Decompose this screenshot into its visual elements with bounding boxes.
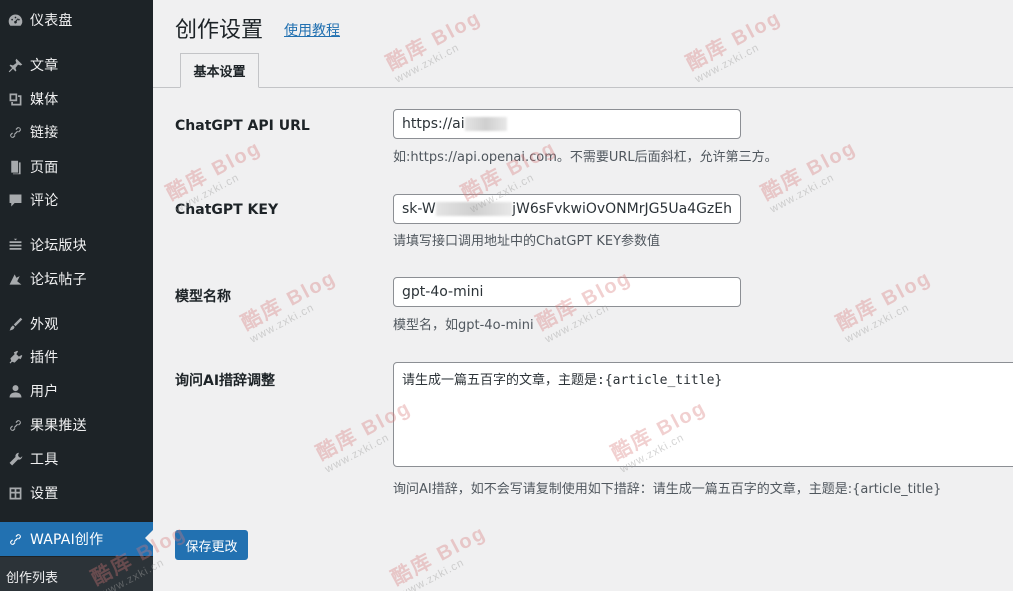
sidebar-item-appearance[interactable]: 外观	[0, 309, 153, 339]
sidebar-item-label: 评论	[30, 193, 59, 209]
settings-icon	[0, 485, 30, 502]
sidebar-item-wapai[interactable]: WAPAI创作	[0, 522, 153, 556]
prompt-label: 询问AI措辞调整	[175, 373, 276, 389]
sidebar-item-tools[interactable]: 工具	[0, 444, 153, 474]
sidebar-item-label: 果果推送	[30, 418, 87, 434]
topic-icon	[0, 271, 30, 288]
sidebar-item-label: 论坛版块	[30, 238, 87, 254]
api-url-value: https://ai	[402, 116, 465, 132]
sidebar-item-label: 插件	[30, 350, 59, 366]
sidebar-item-forums[interactable]: 论坛版块	[0, 230, 153, 260]
sidebar-item-label: 文章	[30, 58, 59, 74]
dashboard-icon	[0, 12, 30, 29]
sidebar-item-label: WAPAI创作	[30, 532, 104, 548]
api-url-label: ChatGPT API URL	[175, 118, 310, 134]
main-content: 创作设置 使用教程 基本设置 ChatGPT API URL https://a…	[153, 0, 1013, 591]
submenu: 创作列表	[0, 557, 153, 591]
sidebar-item-label: 媒体	[30, 92, 59, 108]
sidebar-item-label: 用户	[30, 384, 59, 400]
sidebar-item-comments[interactable]: 评论	[0, 185, 153, 215]
page-title: 创作设置	[175, 18, 264, 43]
sidebar-item-links[interactable]: 链接	[0, 117, 153, 147]
model-value: gpt-4o-mini	[402, 284, 484, 300]
sidebar-item-topics[interactable]: 论坛帖子	[0, 264, 153, 294]
link-icon	[0, 417, 30, 434]
brush-icon	[0, 316, 30, 333]
pin-icon	[0, 57, 30, 74]
sidebar-item-dashboard[interactable]: 仪表盘	[0, 5, 153, 35]
sidebar-item-label: 论坛帖子	[30, 272, 87, 288]
comment-icon	[0, 192, 30, 209]
sidebar-item-plugins[interactable]: 插件	[0, 342, 153, 372]
prompt-textarea[interactable]: 请生成一篇五百字的文章，主题是:{article_title}	[393, 362, 1013, 467]
media-icon	[0, 91, 30, 108]
model-label: 模型名称	[175, 289, 231, 305]
sidebar-item-users[interactable]: 用户	[0, 376, 153, 406]
save-button[interactable]: 保存更改	[175, 530, 248, 560]
page-icon	[0, 159, 30, 176]
sidebar-item-label: 链接	[30, 125, 59, 141]
plugin-icon	[0, 349, 30, 366]
prompt-description: 询问AI措辞，如不会写请复制使用如下措辞：请生成一篇五百字的文章，主题是:{ar…	[393, 482, 942, 497]
api-key-description: 请填写接口调用地址中的ChatGPT KEY参数值	[393, 234, 661, 249]
model-description: 模型名，如gpt-4o-mini	[393, 318, 534, 333]
link-icon	[0, 124, 30, 141]
tab-bar-border	[153, 87, 1013, 88]
user-icon	[0, 383, 30, 400]
sidebar-item-guoguo-push[interactable]: 果果推送	[0, 410, 153, 440]
sidebar-item-settings[interactable]: 设置	[0, 478, 153, 508]
sidebar-item-posts[interactable]: 文章	[0, 50, 153, 80]
active-indicator	[145, 530, 153, 546]
tab-basic-settings[interactable]: 基本设置	[180, 53, 259, 88]
api-key-value-suffix: jW6sFvkwiOvONMrJG5Ua4GzEh	[512, 201, 732, 217]
sidebar-item-label: 设置	[30, 486, 59, 502]
sidebar-item-label: 工具	[30, 452, 59, 468]
submenu-item-creation-list[interactable]: 创作列表	[6, 567, 58, 586]
link-icon	[0, 531, 30, 548]
sidebar-item-label: 页面	[30, 160, 59, 176]
redacted-text	[464, 117, 507, 131]
api-url-input[interactable]: https://ai	[393, 109, 741, 139]
api-key-input[interactable]: sk-W jW6sFvkwiOvONMrJG5Ua4GzEh	[393, 194, 741, 224]
forum-icon	[0, 237, 30, 254]
sidebar-item-label: 外观	[30, 317, 59, 333]
tutorial-link[interactable]: 使用教程	[284, 20, 340, 40]
wrench-icon	[0, 451, 30, 468]
sidebar-item-media[interactable]: 媒体	[0, 84, 153, 114]
api-url-description: 如:https://api.openai.com。不需要URL后面斜杠，允许第三…	[393, 150, 778, 165]
api-key-label: ChatGPT KEY	[175, 202, 279, 218]
redacted-text	[435, 202, 513, 216]
sidebar-item-label: 仪表盘	[30, 13, 73, 29]
sidebar-item-pages[interactable]: 页面	[0, 152, 153, 182]
model-input[interactable]: gpt-4o-mini	[393, 277, 741, 307]
admin-sidebar: 仪表盘 文章 媒体 链接 页面 评论 论坛版块 论坛帖子 外观 插件 用户 果果…	[0, 0, 153, 591]
api-key-value-prefix: sk-W	[402, 201, 436, 217]
